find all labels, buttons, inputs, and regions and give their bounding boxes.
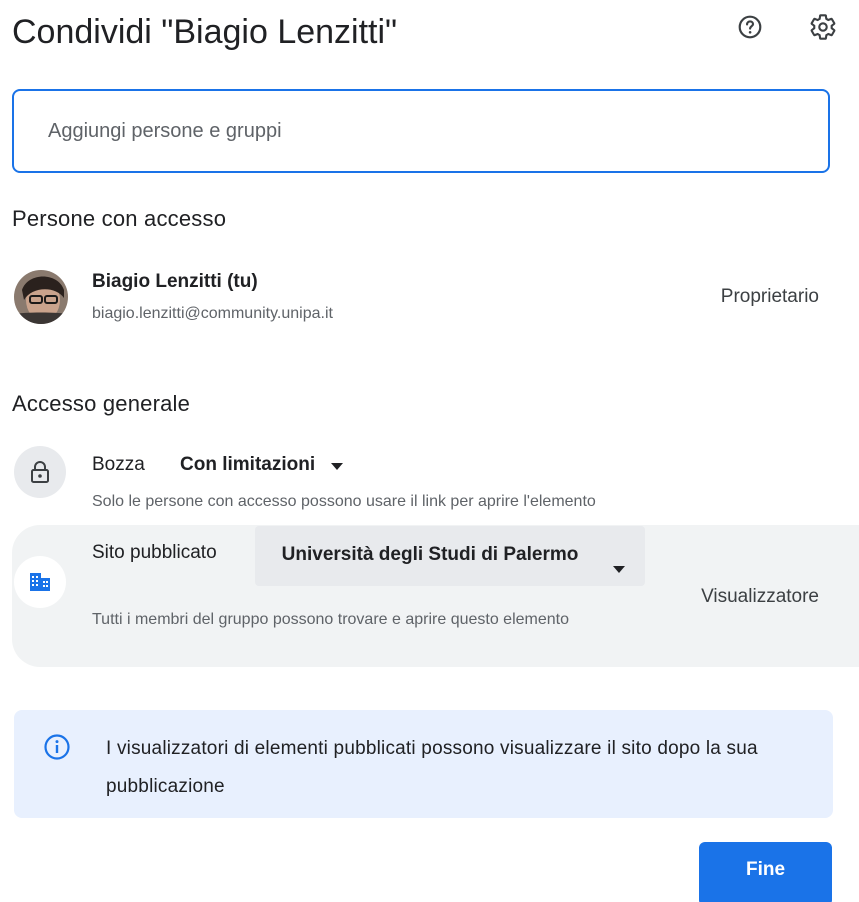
published-site-label: Sito pubblicato xyxy=(92,542,217,563)
share-dialog: Condividi "Biagio Lenzitti" Persone con … xyxy=(0,0,859,902)
dropdown-arrow-icon xyxy=(331,462,344,470)
access-restriction-description: Solo le persone con accesso possono usar… xyxy=(92,493,596,510)
person-name: Biagio Lenzitti (tu) xyxy=(92,271,258,292)
dropdown-arrow-icon xyxy=(613,566,625,573)
info-icon xyxy=(43,733,71,761)
add-people-input[interactable] xyxy=(46,118,828,144)
domain-icon xyxy=(14,556,66,608)
dialog-title: Condividi "Biagio Lenzitti" xyxy=(12,13,398,51)
draft-label: Bozza xyxy=(92,454,145,475)
organization-dropdown[interactable]: Università degli Studi di Palermo xyxy=(255,526,645,586)
access-restriction-dropdown[interactable]: Con limitazioni xyxy=(180,453,344,477)
done-button[interactable]: Fine xyxy=(699,842,832,902)
organization-description: Tutti i membri del gruppo possono trovar… xyxy=(92,611,569,628)
general-access-heading: Accesso generale xyxy=(12,391,191,416)
organization-value: Università degli Studi di Palermo xyxy=(281,544,579,565)
viewer-role-selector[interactable]: Visualizzatore xyxy=(701,586,819,608)
people-with-access-heading: Persone con accesso xyxy=(12,206,227,231)
add-people-field[interactable] xyxy=(12,89,830,173)
info-banner-text: I visualizzatori di elementi pubblicati … xyxy=(106,738,758,797)
lock-icon xyxy=(14,446,66,498)
access-restriction-value: Con limitazioni xyxy=(180,454,316,475)
help-icon[interactable] xyxy=(732,9,768,45)
person-role: Proprietario xyxy=(720,286,819,307)
gear-icon[interactable] xyxy=(805,9,841,45)
person-email: biagio.lenzitti@community.unipa.it xyxy=(92,305,333,322)
avatar xyxy=(14,270,68,324)
